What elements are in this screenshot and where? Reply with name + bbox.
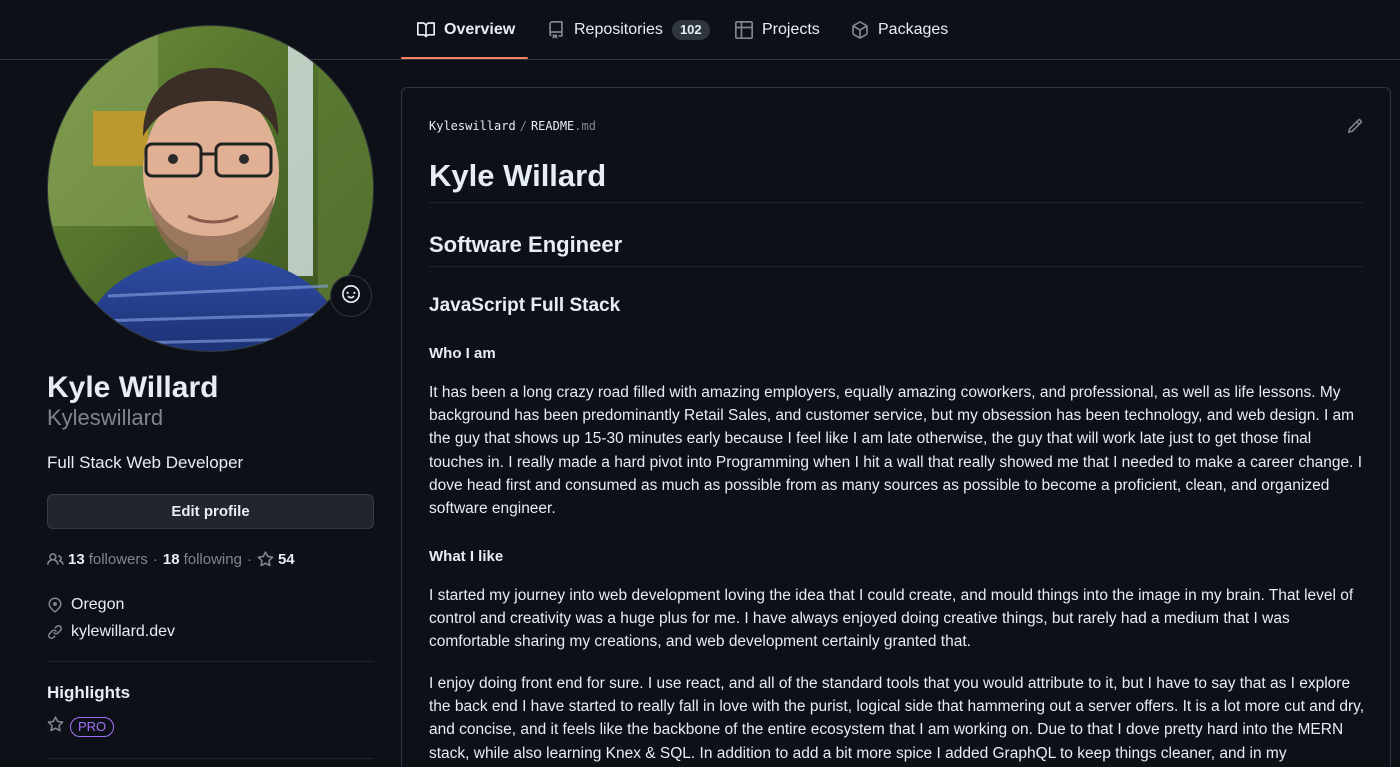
package-icon: [851, 21, 869, 39]
pro-badge[interactable]: PRO: [70, 717, 115, 737]
readme-file-ext: .md: [574, 119, 596, 133]
book-icon: [417, 21, 435, 39]
table-icon: [735, 21, 753, 39]
star-icon: [257, 550, 274, 568]
sidebar-divider: [47, 758, 374, 759]
highlights-pro: PRO: [47, 716, 115, 738]
tab-overview[interactable]: Overview: [417, 0, 515, 60]
profile-bio: Full Stack Web Developer: [47, 453, 244, 472]
heading-divider: [429, 202, 1363, 203]
who-i-am-heading: Who I am: [429, 345, 496, 362]
stars-count: 54: [277, 550, 295, 568]
profile-location: Oregon: [47, 595, 124, 615]
heading-divider: [429, 266, 1363, 267]
readme-owner-link[interactable]: Kyleswillard: [429, 119, 516, 133]
people-icon: [47, 551, 64, 568]
active-tab-indicator: [401, 57, 528, 59]
tab-projects-label: Projects: [762, 21, 820, 38]
set-status-button[interactable]: [330, 275, 372, 317]
repo-icon: [547, 21, 565, 39]
profile-website[interactable]: kylewillard.dev: [47, 622, 175, 642]
readme-breadcrumb: Kyleswillard / README.md: [429, 119, 596, 133]
location-text: Oregon: [71, 596, 125, 613]
stats-separator: ·: [152, 550, 158, 568]
tab-repositories[interactable]: Repositories 102: [547, 0, 710, 60]
path-separator: /: [519, 119, 527, 133]
tab-packages[interactable]: Packages: [851, 0, 948, 60]
following-link[interactable]: 18 following: [163, 551, 242, 568]
smiley-icon: [342, 284, 360, 308]
followers-count: 13: [68, 550, 85, 568]
avatar[interactable]: [47, 25, 374, 352]
readme-file-base: README: [530, 119, 575, 133]
tab-repositories-label: Repositories: [574, 21, 663, 38]
sidebar-divider: [47, 661, 374, 662]
profile-username: Kyleswillard: [47, 405, 164, 430]
readme-subtitle: Software Engineer: [429, 232, 623, 257]
following-count: 18: [162, 550, 180, 568]
location-icon: [47, 597, 63, 613]
highlights-title: Highlights: [47, 683, 131, 702]
edit-profile-button[interactable]: Edit profile: [47, 494, 374, 529]
tab-packages-label: Packages: [878, 21, 949, 38]
following-label: following: [183, 550, 242, 568]
profile-full-name: Kyle Willard: [47, 371, 219, 404]
tab-overview-label: Overview: [444, 21, 516, 38]
tab-projects[interactable]: Projects: [735, 0, 820, 60]
readme-stack-heading: JavaScript Full Stack: [429, 295, 621, 316]
repositories-count-badge: 102: [671, 20, 710, 40]
followers-link[interactable]: 13 followers: [47, 551, 148, 568]
what-i-like-text: I started my journey into web developmen…: [429, 587, 1354, 651]
website-link[interactable]: kylewillard.dev: [71, 623, 175, 641]
link-icon: [47, 624, 63, 640]
stats-separator: ·: [246, 550, 252, 568]
edit-readme-button[interactable]: [1347, 118, 1363, 139]
what-i-like-heading: What I like: [429, 548, 504, 565]
who-i-am-text: It has been a long crazy road filled wit…: [429, 384, 1363, 518]
followers-label: followers: [88, 550, 148, 568]
readme-card: Kyleswillard / README.md Kyle Willard So…: [401, 87, 1391, 767]
readme-file-name[interactable]: README.md: [531, 119, 596, 133]
front-end-text: I enjoy doing front end for sure. I use …: [429, 675, 1365, 762]
profile-stats: 13 followers · 18 following · 54: [47, 548, 295, 570]
pencil-icon: [1347, 118, 1363, 138]
star-icon: [47, 716, 64, 738]
stars-link[interactable]: 54: [257, 551, 295, 568]
readme-title: Kyle Willard: [429, 158, 607, 193]
